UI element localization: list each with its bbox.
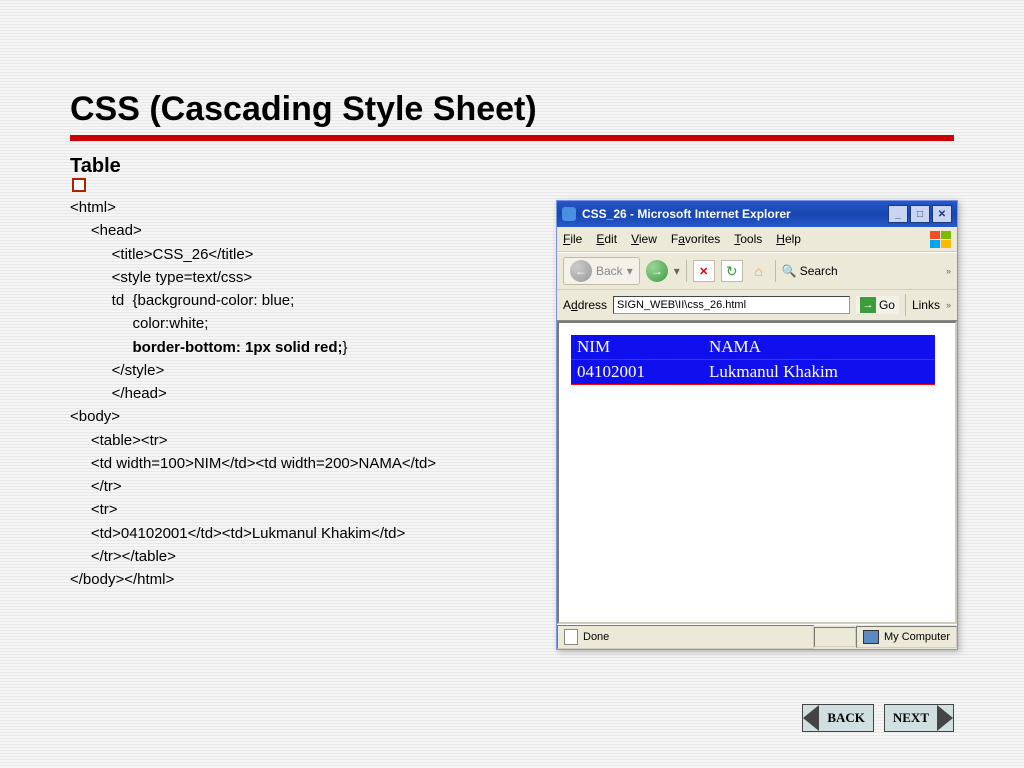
browser-content: NIM NAMA 04102001 Lukmanul Khakim [557,321,957,624]
toolbar: ← Back ▾ → ▾ ✕ ↻ ⌂ 🔍 Search » [557,252,957,290]
bullet-marker [72,178,86,192]
go-label: Go [879,298,895,312]
refresh-icon[interactable]: ↻ [721,260,743,282]
status-bar: Done My Computer [557,624,957,649]
separator [775,260,776,282]
table-cell: Lukmanul Khakim [703,360,935,385]
status-text: Done [583,631,609,643]
arrow-left-icon [803,705,819,731]
links-label[interactable]: Links [912,298,940,312]
back-icon: ← [570,260,592,282]
dropdown-icon: ▾ [674,264,680,278]
arrow-right-icon [937,705,953,731]
nav-buttons: BACK NEXT [802,704,954,732]
page-icon [564,629,578,645]
menu-edit[interactable]: Edit [596,232,617,246]
menu-favorites[interactable]: Favorites [671,232,720,246]
search-button[interactable]: 🔍 Search [782,264,838,278]
table-row: 04102001 Lukmanul Khakim [571,360,935,385]
status-panel [814,627,856,647]
menu-file[interactable]: File [563,232,582,246]
menu-bar: File Edit View Favorites Tools Help [557,227,957,252]
dropdown-icon: ▾ [627,264,633,278]
maximize-button[interactable]: □ [910,205,930,223]
address-label: Address [563,298,607,312]
back-nav-button[interactable]: BACK [802,704,874,732]
search-icon: 🔍 [782,264,797,278]
title-underline [70,135,954,141]
browser-window: CSS_26 - Microsoft Internet Explorer _ □… [556,200,958,650]
back-nav-label: BACK [819,706,873,730]
back-label: Back [596,264,623,278]
toolbar-overflow-icon[interactable]: » [946,266,951,276]
menu-view[interactable]: View [631,232,657,246]
next-nav-button[interactable]: NEXT [884,704,954,732]
demo-table: NIM NAMA 04102001 Lukmanul Khakim [571,335,935,385]
table-cell: NAMA [703,335,935,360]
slide-subtitle: Table [70,155,954,178]
table-row: NIM NAMA [571,335,935,360]
minimize-button[interactable]: _ [888,205,908,223]
forward-button[interactable]: → [646,260,668,282]
go-icon: → [860,297,876,313]
computer-icon [863,630,879,644]
menu-tools[interactable]: Tools [734,232,762,246]
zone-label: My Computer [884,631,950,643]
slide-title: CSS (Cascading Style Sheet) [70,90,954,129]
table-cell: 04102001 [571,360,703,385]
windows-logo-icon [929,230,951,248]
go-button[interactable]: → Go [856,296,899,314]
back-button[interactable]: ← Back ▾ [563,257,640,285]
address-bar: Address → Go Links » [557,290,957,321]
next-nav-label: NEXT [885,706,937,730]
stop-icon[interactable]: ✕ [693,260,715,282]
menu-help[interactable]: Help [776,232,801,246]
home-icon[interactable]: ⌂ [749,261,769,281]
table-cell: NIM [571,335,703,360]
ie-icon [562,207,576,221]
separator [686,260,687,282]
window-titlebar: CSS_26 - Microsoft Internet Explorer _ □… [557,201,957,227]
separator [905,294,906,316]
close-button[interactable]: ✕ [932,205,952,223]
search-label: Search [800,264,838,278]
links-overflow-icon[interactable]: » [946,300,951,310]
address-input[interactable] [613,296,850,314]
window-title: CSS_26 - Microsoft Internet Explorer [582,207,791,221]
